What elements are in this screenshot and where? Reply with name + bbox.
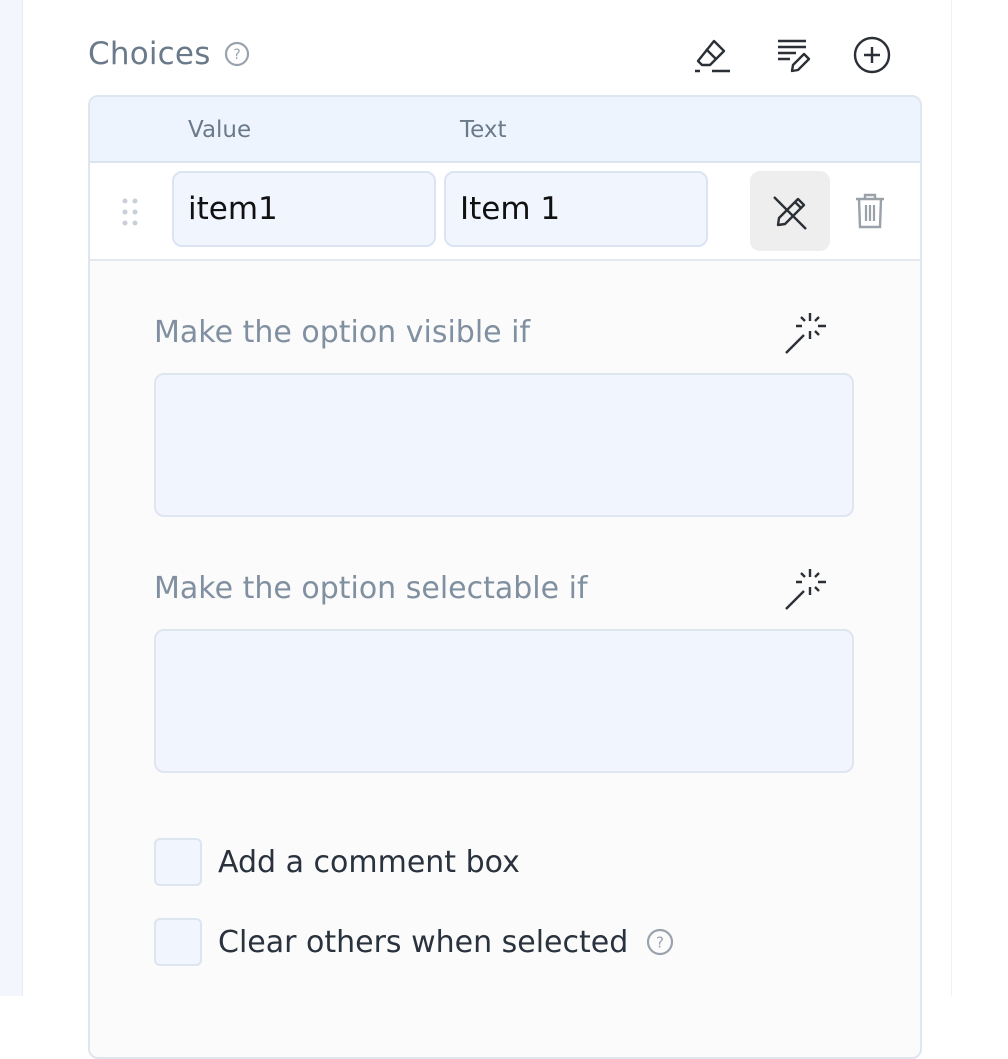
- right-scroll-area: [951, 0, 1008, 996]
- visible-if-label: Make the option visible if: [154, 315, 531, 350]
- choice-value-input[interactable]: item1: [172, 171, 436, 247]
- magic-wand-icon[interactable]: [782, 565, 830, 613]
- svg-text:?: ?: [656, 934, 664, 952]
- column-header-text: Text: [460, 117, 507, 143]
- clear-others-checkbox[interactable]: [154, 918, 202, 966]
- comment-box-checkbox[interactable]: [154, 838, 202, 886]
- enable-if-expression-input[interactable]: [154, 629, 854, 773]
- column-header-value: Value: [188, 117, 252, 143]
- choices-table: Value Text item1 Item 1 Make the option …: [88, 95, 922, 1059]
- magic-wand-icon[interactable]: [782, 309, 830, 357]
- clear-others-label: Clear others when selected: [218, 924, 629, 960]
- drag-handle-icon[interactable]: [120, 197, 140, 227]
- pencil-off-icon: [773, 196, 807, 230]
- choices-header: Choices ?: [88, 26, 908, 82]
- plus-circle-icon: [853, 36, 891, 74]
- visible-if-expression-input[interactable]: [154, 373, 854, 517]
- trash-icon: [856, 193, 884, 229]
- section-title: Choices: [88, 36, 211, 72]
- add-choice-button[interactable]: [848, 32, 896, 78]
- left-panel-edge: [0, 0, 23, 996]
- table-header: Value Text: [90, 97, 920, 163]
- toggle-detail-button[interactable]: [750, 171, 830, 251]
- help-icon[interactable]: ?: [646, 928, 674, 956]
- help-icon[interactable]: ?: [224, 41, 250, 67]
- comment-box-option: Add a comment box: [154, 837, 520, 887]
- enable-if-label: Make the option selectable if: [154, 571, 588, 606]
- table-row: item1 Item 1: [90, 163, 920, 261]
- comment-box-label: Add a comment box: [218, 844, 520, 880]
- clear-choices-button[interactable]: [688, 32, 736, 78]
- choice-text-input[interactable]: Item 1: [444, 171, 708, 247]
- clear-others-option: Clear others when selected ?: [154, 917, 674, 967]
- eraser-icon: [695, 39, 730, 73]
- svg-text:?: ?: [233, 47, 240, 63]
- list-edit-icon: [778, 39, 811, 73]
- delete-choice-button[interactable]: [830, 171, 910, 251]
- edit-all-choices-button[interactable]: [768, 32, 816, 78]
